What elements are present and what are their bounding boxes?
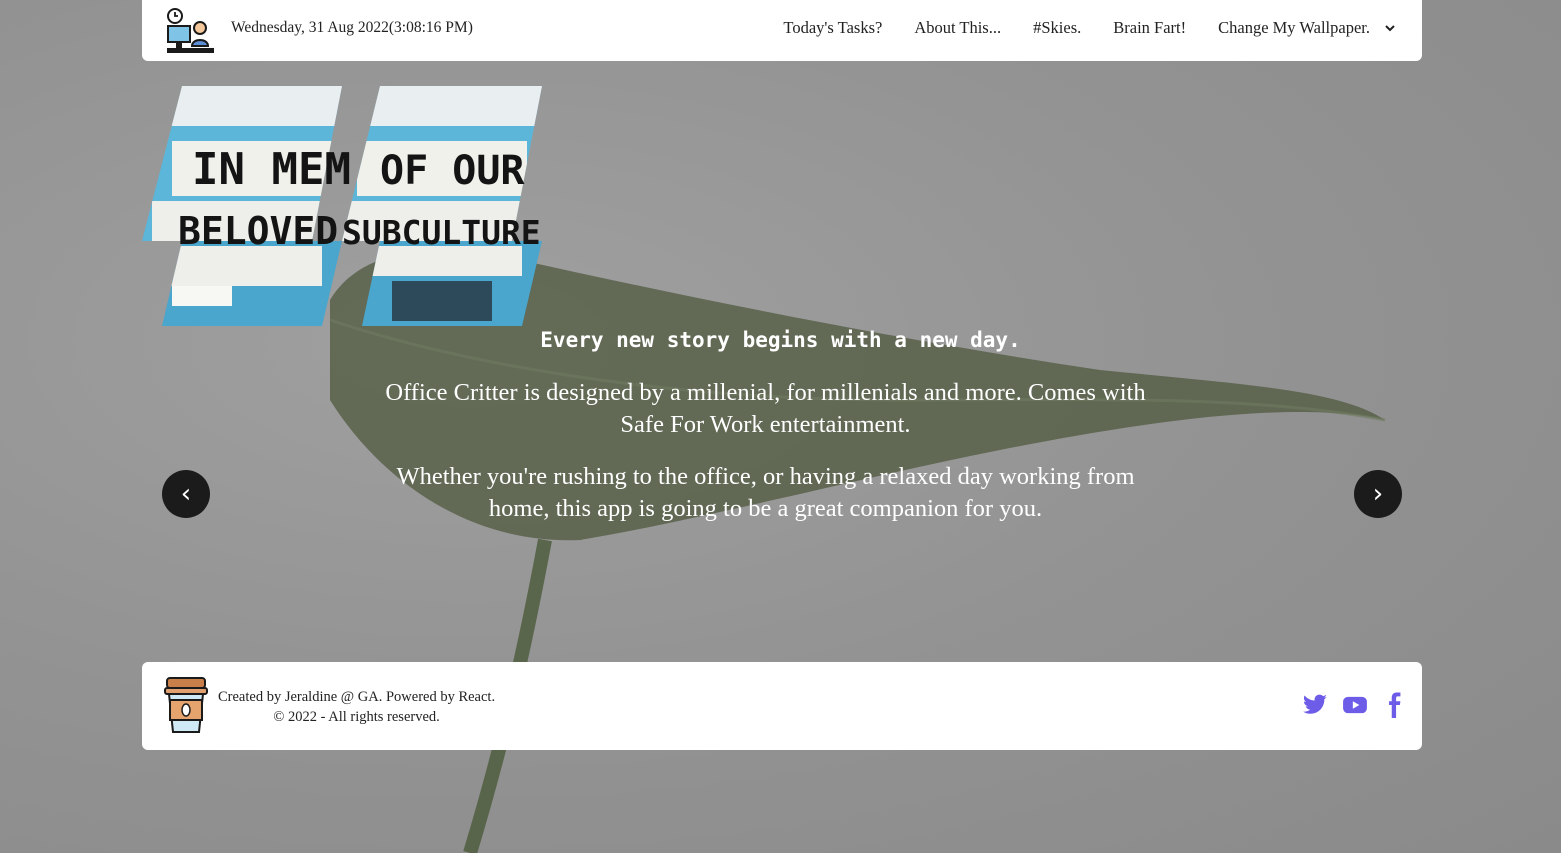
hero-poster-image: IN MEM OF OUR BELOVED SUBCULTURE (142, 86, 542, 326)
social-links (1288, 692, 1408, 718)
carousel-next-button[interactable]: › (1354, 470, 1402, 518)
poster-text-of-our: OF OUR (380, 148, 525, 194)
nav-item-change-wallpaper[interactable]: Change My Wallpaper. (1218, 18, 1370, 38)
twitter-icon[interactable] (1302, 692, 1328, 718)
nav-item-skies[interactable]: #Skies. (1033, 18, 1081, 38)
hero-paragraph-intro: Office Critter is designed by a millenia… (385, 379, 1146, 438)
poster-text-in-mem: IN MEM (192, 144, 351, 195)
carousel-prev-button[interactable]: ‹ (162, 470, 210, 518)
facebook-icon[interactable] (1382, 692, 1408, 718)
top-navbar: Wednesday, 31 Aug 2022(3:08:16 PM) Today… (142, 0, 1422, 61)
footer-credits: Created by Jeraldine @ GA. Powered by Re… (218, 687, 495, 727)
nav-item-brain-fart[interactable]: Brain Fart! (1113, 18, 1186, 38)
nav-menu: Today's Tasks? About This... #Skies. Bra… (751, 18, 1396, 38)
youtube-icon[interactable] (1342, 692, 1368, 718)
nav-item-about[interactable]: About This... (914, 18, 1001, 38)
poster-text-subculture: SUBCULTURE (342, 213, 541, 252)
copyright-line: © 2022 - All rights reserved. (273, 709, 440, 725)
hero-paragraph-companion: Whether you're rushing to the office, or… (396, 463, 1135, 522)
poster-text-beloved: BELOVED (178, 209, 338, 253)
office-worker-clock-icon[interactable] (166, 6, 216, 56)
credit-line: Created by Jeraldine @ GA. Powered by Re… (218, 689, 496, 705)
hero-tagline: Every new story begins with a new day. (540, 328, 1021, 352)
current-datetime: Wednesday, 31 Aug 2022(3:08:16 PM) (231, 19, 473, 36)
coffee-cup-icon (164, 677, 208, 733)
page-footer: Created by Jeraldine @ GA. Powered by Re… (142, 662, 1422, 750)
nav-item-todays-tasks[interactable]: Today's Tasks? (783, 18, 882, 38)
chevron-down-icon[interactable] (1384, 22, 1396, 34)
